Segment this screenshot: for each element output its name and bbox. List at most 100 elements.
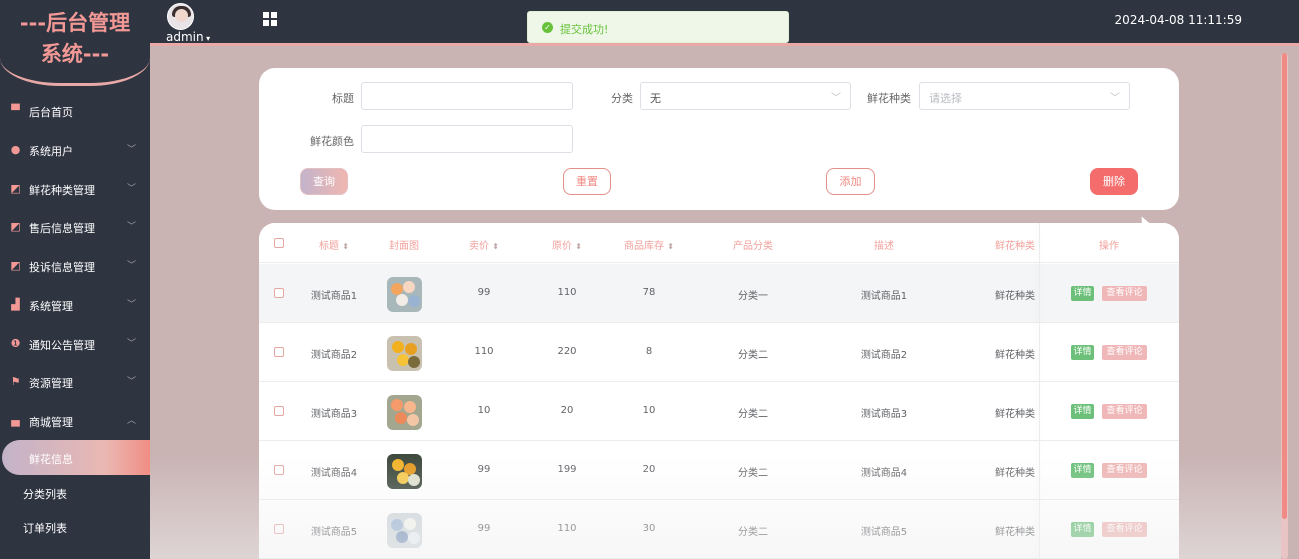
- species-select[interactable]: 请选择 ﹀: [919, 82, 1130, 110]
- check-circle-icon: ✓: [542, 22, 553, 33]
- view-reviews-button[interactable]: 查看评论: [1102, 463, 1147, 478]
- search-button[interactable]: 查询: [300, 168, 348, 195]
- fixed-column-divider: [1039, 223, 1040, 559]
- sidebar-subitem-flower-info[interactable]: 鲜花信息: [0, 440, 150, 475]
- cell-category: 分类二: [738, 409, 768, 420]
- cell-price: 99: [477, 523, 491, 534]
- cell-price: 10: [477, 405, 491, 416]
- row-checkbox[interactable]: [274, 406, 284, 416]
- table-row[interactable]: 测试商品1 99 110 78 分类一 测试商品1 鲜花种类 详情 查看评论: [259, 264, 1179, 323]
- chevron-down-icon: ﹀: [126, 184, 136, 194]
- column-header-orig-price[interactable]: 原价 ⬍: [532, 237, 602, 252]
- detail-button[interactable]: 详情: [1071, 286, 1094, 301]
- cover-image[interactable]: [387, 395, 422, 430]
- reset-button[interactable]: 重置: [563, 168, 611, 195]
- sidebar-subitem-label: 分类列表: [23, 488, 67, 501]
- table-row[interactable]: 测试商品3 10 20 10 分类二 测试商品3 鲜花种类 详情 查看评论: [259, 382, 1179, 441]
- cell-species: 鲜花种类: [995, 527, 1035, 538]
- sidebar-item-notices[interactable]: ❶ 通知公告管理 ﹀: [0, 325, 150, 364]
- cell-price: 99: [477, 464, 491, 475]
- delete-button[interactable]: 删除: [1090, 168, 1138, 195]
- cover-image[interactable]: [387, 277, 422, 312]
- sidebar-item-label: 售后信息管理: [29, 222, 95, 235]
- detail-button[interactable]: 详情: [1071, 345, 1094, 360]
- view-reviews-button[interactable]: 查看评论: [1102, 522, 1147, 537]
- sidebar-item-label: 资源管理: [29, 377, 73, 390]
- column-header-category: 产品分类: [733, 241, 773, 252]
- caret-down-icon: ▾: [203, 34, 211, 43]
- sort-icon: ⬍: [575, 242, 582, 251]
- cell-orig-price: 199: [557, 464, 577, 475]
- detail-button[interactable]: 详情: [1071, 522, 1094, 537]
- row-checkbox[interactable]: [274, 524, 284, 534]
- logo-line-2: 系统---: [40, 42, 110, 66]
- menu-grid-icon[interactable]: [263, 12, 278, 27]
- sidebar-item-shop[interactable]: ▄ 商城管理 ︿: [0, 402, 150, 441]
- detail-button[interactable]: 详情: [1071, 463, 1094, 478]
- flag-icon: ⚑: [10, 375, 21, 388]
- sidebar: ▀ 后台首页 ● 系统用户 ﹀ ◩ 鲜花种类管理 ﹀ ◩ 售后信息管理 ﹀ ◩ …: [0, 46, 150, 559]
- color-label: 鲜花颜色: [310, 135, 354, 148]
- color-input[interactable]: [361, 125, 573, 153]
- current-datetime: 2024-04-08 11:11:59: [1114, 13, 1242, 27]
- row-checkbox[interactable]: [274, 465, 284, 475]
- cell-desc: 测试商品2: [860, 350, 908, 361]
- avatar[interactable]: [167, 3, 194, 30]
- cell-orig-price: 20: [560, 405, 574, 416]
- add-button[interactable]: 添加: [826, 168, 875, 195]
- table-row[interactable]: 测试商品5 99 110 30 分类二 测试商品5 鲜花种类 详情 查看评论: [259, 500, 1179, 559]
- user-icon: ●: [10, 143, 21, 156]
- sidebar-subitem-order-list[interactable]: 订单列表: [0, 509, 150, 544]
- category-select[interactable]: 无 ﹀: [640, 82, 851, 110]
- view-reviews-button[interactable]: 查看评论: [1102, 286, 1147, 301]
- sidebar-item-home[interactable]: ▀ 后台首页: [0, 92, 150, 131]
- column-header-species: 鲜花种类: [995, 241, 1035, 252]
- detail-button[interactable]: 详情: [1071, 404, 1094, 419]
- cover-image[interactable]: [387, 336, 422, 371]
- sidebar-item-users[interactable]: ● 系统用户 ﹀: [0, 131, 150, 170]
- column-header-stock[interactable]: 商品库存 ⬍: [604, 237, 694, 252]
- category-select-value: 无: [650, 92, 661, 105]
- chevron-down-icon: ﹀: [831, 93, 841, 104]
- sidebar-item-resources[interactable]: ⚑ 资源管理 ﹀: [0, 363, 150, 402]
- sidebar-item-label: 通知公告管理: [29, 339, 95, 352]
- sidebar-item-complaints[interactable]: ◩ 投诉信息管理 ﹀: [0, 247, 150, 286]
- chart-icon: ◩: [10, 220, 21, 233]
- cell-category: 分类二: [738, 468, 768, 479]
- cell-desc: 测试商品3: [860, 409, 908, 420]
- table-row[interactable]: 测试商品4 99 199 20 分类二 测试商品4 鲜花种类 详情 查看评论: [259, 441, 1179, 500]
- sidebar-item-system[interactable]: ▟ 系统管理 ﹀: [0, 286, 150, 325]
- shop-icon: ▄: [11, 414, 20, 427]
- monitor-icon: ▀: [11, 104, 20, 117]
- cover-image[interactable]: [387, 454, 422, 489]
- cell-title: 测试商品3: [310, 409, 358, 420]
- sidebar-item-flower-types[interactable]: ◩ 鲜花种类管理 ﹀: [0, 170, 150, 209]
- cell-species: 鲜花种类: [995, 350, 1035, 361]
- cell-species: 鲜花种类: [995, 468, 1035, 479]
- sidebar-subitem-category-list[interactable]: 分类列表: [0, 475, 150, 510]
- table-row[interactable]: 测试商品2 110 220 8 分类二 测试商品2 鲜花种类 详情 查看评论: [259, 323, 1179, 382]
- sidebar-item-after-sales[interactable]: ◩ 售后信息管理 ﹀: [0, 208, 150, 247]
- view-reviews-button[interactable]: 查看评论: [1102, 404, 1147, 419]
- select-all-checkbox[interactable]: [274, 238, 284, 248]
- cover-image[interactable]: [387, 513, 422, 548]
- cell-stock: 10: [642, 405, 656, 416]
- view-reviews-button[interactable]: 查看评论: [1102, 345, 1147, 360]
- toast-message: 提交成功!: [560, 23, 609, 36]
- chevron-down-icon: ﹀: [126, 300, 136, 310]
- cell-desc: 测试商品1: [860, 291, 908, 302]
- page-scrollbar-thumb[interactable]: [1282, 53, 1287, 519]
- info-icon: ❶: [10, 337, 21, 350]
- row-checkbox[interactable]: [274, 288, 284, 298]
- column-header-desc: 描述: [874, 241, 894, 252]
- chart-icon: ◩: [10, 182, 21, 195]
- title-input[interactable]: [361, 82, 573, 110]
- sidebar-subitem-label: 鲜花信息: [29, 453, 73, 466]
- logo-line-1: ---后台管理: [19, 11, 131, 35]
- column-header-price[interactable]: 卖价 ⬍: [449, 237, 519, 252]
- user-menu[interactable]: admin ▾: [166, 30, 210, 44]
- sort-icon: ⬍: [667, 242, 674, 251]
- column-header-title[interactable]: 标题 ⬍: [299, 237, 369, 252]
- chevron-down-icon: ﹀: [1110, 93, 1120, 104]
- row-checkbox[interactable]: [274, 347, 284, 357]
